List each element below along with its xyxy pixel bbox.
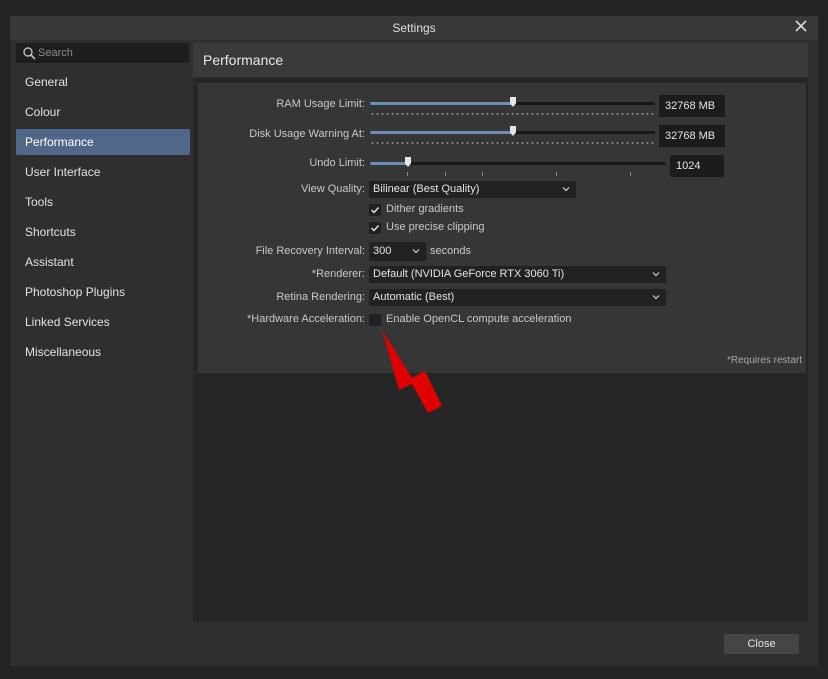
retina-value: Automatic (Best) bbox=[373, 291, 455, 303]
checkmark-icon bbox=[371, 225, 380, 232]
chevron-down-icon bbox=[652, 272, 660, 277]
sidebar: General Colour Performance User Interfac… bbox=[16, 69, 190, 369]
settings-dialog: Settings General Colour Performance User… bbox=[10, 16, 818, 666]
opencl-label: Enable OpenCL compute acceleration bbox=[386, 313, 572, 325]
search-input[interactable] bbox=[38, 45, 183, 61]
retina-dropdown[interactable]: Automatic (Best) bbox=[369, 289, 666, 306]
view-quality-dropdown[interactable]: Bilinear (Best Quality) bbox=[369, 181, 576, 198]
close-icon[interactable] bbox=[794, 19, 808, 33]
disk-slider[interactable] bbox=[370, 126, 655, 140]
dither-label: Dither gradients bbox=[386, 203, 464, 215]
ram-slider[interactable] bbox=[370, 97, 655, 111]
chevron-down-icon bbox=[412, 249, 420, 254]
hw-accel-label: *Hardware Acceleration: bbox=[246, 313, 365, 325]
recovery-unit: seconds bbox=[430, 245, 471, 257]
sidebar-item-tools[interactable]: Tools bbox=[16, 189, 190, 215]
sidebar-item-photoshop-plugins[interactable]: Photoshop Plugins bbox=[16, 279, 190, 305]
checkmark-icon bbox=[371, 207, 380, 214]
chevron-down-icon bbox=[562, 187, 570, 192]
disk-tick-marks bbox=[370, 141, 655, 145]
sidebar-item-linked-services[interactable]: Linked Services bbox=[16, 309, 190, 335]
renderer-value: Default (NVIDIA GeForce RTX 3060 Ti) bbox=[373, 268, 565, 280]
renderer-dropdown[interactable]: Default (NVIDIA GeForce RTX 3060 Ti) bbox=[369, 266, 666, 283]
slider-handle[interactable] bbox=[510, 126, 516, 136]
sidebar-item-user-interface[interactable]: User Interface bbox=[16, 159, 190, 185]
sidebar-item-performance[interactable]: Performance bbox=[16, 129, 190, 155]
sidebar-item-general[interactable]: General bbox=[16, 69, 190, 95]
retina-label: Retina Rendering: bbox=[276, 291, 365, 303]
performance-panel: RAM Usage Limit: Disk Usage Warning At: … bbox=[198, 83, 806, 373]
title-bar: Settings bbox=[10, 16, 818, 40]
recovery-interval-value: 300 bbox=[373, 245, 392, 257]
undo-value-field[interactable]: 1024 bbox=[670, 155, 724, 177]
slider-handle[interactable] bbox=[510, 97, 516, 107]
clipping-checkbox[interactable] bbox=[369, 222, 381, 234]
search-box[interactable] bbox=[16, 43, 189, 63]
sidebar-item-colour[interactable]: Colour bbox=[16, 99, 190, 125]
opencl-checkbox[interactable] bbox=[369, 314, 381, 326]
renderer-label: *Renderer: bbox=[311, 268, 365, 280]
requires-restart-note: *Requires restart bbox=[726, 355, 802, 366]
view-quality-label: View Quality: bbox=[301, 183, 365, 195]
recovery-interval-dropdown[interactable]: 300 bbox=[369, 242, 426, 261]
slider-fill bbox=[370, 162, 408, 165]
search-icon bbox=[23, 47, 36, 60]
slider-track bbox=[370, 162, 666, 165]
slider-fill bbox=[370, 102, 513, 105]
close-button[interactable]: Close bbox=[724, 634, 799, 654]
recovery-label: File Recovery Interval: bbox=[255, 245, 365, 257]
label-column: RAM Usage Limit: Disk Usage Warning At: … bbox=[198, 83, 365, 373]
chevron-down-icon bbox=[652, 295, 660, 300]
sidebar-item-miscellaneous[interactable]: Miscellaneous bbox=[16, 339, 190, 365]
undo-label: Undo Limit: bbox=[309, 157, 365, 169]
sidebar-item-assistant[interactable]: Assistant bbox=[16, 249, 190, 275]
view-quality-value: Bilinear (Best Quality) bbox=[373, 183, 480, 195]
undo-tick-marks bbox=[370, 172, 666, 177]
page-header: Performance bbox=[193, 43, 808, 77]
sidebar-item-shortcuts[interactable]: Shortcuts bbox=[16, 219, 190, 245]
page-title: Performance bbox=[203, 52, 284, 68]
disk-label: Disk Usage Warning At: bbox=[249, 128, 365, 140]
content-area: RAM Usage Limit: Disk Usage Warning At: … bbox=[193, 78, 808, 622]
dither-checkbox[interactable] bbox=[369, 204, 381, 216]
clipping-label: Use precise clipping bbox=[386, 221, 485, 233]
slider-handle[interactable] bbox=[405, 157, 411, 167]
ram-label: RAM Usage Limit: bbox=[276, 98, 365, 110]
window-title: Settings bbox=[392, 21, 436, 35]
undo-slider[interactable] bbox=[370, 157, 666, 171]
slider-fill bbox=[370, 131, 513, 134]
disk-value-field[interactable]: 32768 MB bbox=[659, 125, 725, 147]
ram-value-field[interactable]: 32768 MB bbox=[659, 95, 725, 117]
ram-tick-marks bbox=[370, 112, 655, 116]
